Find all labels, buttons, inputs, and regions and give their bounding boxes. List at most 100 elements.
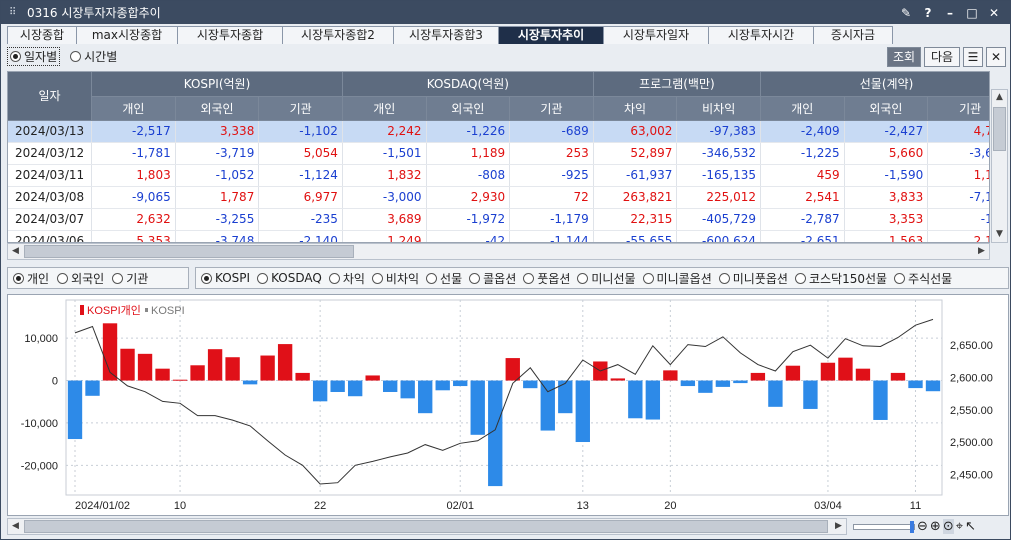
table-row[interactable]: 2024/03/08 -9,065 1,787 6,977 -3,000 2,930 72 2… <box>8 186 989 209</box>
market-radio[interactable]: 풋옵션 <box>523 270 570 287</box>
market-radio[interactable]: KOSDAQ <box>257 271 322 285</box>
bar-kospi-personal <box>120 348 135 381</box>
scroll-right-icon[interactable]: ▶ <box>831 519 846 534</box>
scroll-up-icon[interactable]: ▲ <box>992 90 1007 105</box>
tab-6[interactable]: 시장투자일자 <box>603 26 709 44</box>
radio-dot-icon <box>201 272 212 284</box>
list-icon[interactable]: ☰ <box>963 47 983 67</box>
table-row[interactable]: 2024/03/12 -1,781 -3,719 5,054 -1,501 1,189 25… <box>8 142 989 165</box>
value-cell: 4,775 <box>927 120 989 143</box>
radio-dot-icon <box>57 272 69 284</box>
table-row[interactable]: 2024/03/13 -2,517 3,338 -1,102 2,242 -1,226 -6… <box>8 120 989 143</box>
market-radio[interactable]: 미니선물 <box>577 270 636 287</box>
market-label: 코스닥150선물 <box>808 271 888 286</box>
value-cell: 72 <box>509 186 594 209</box>
mode-daily-radio[interactable]: 일자별 <box>7 47 61 66</box>
market-radio[interactable]: 비차익 <box>371 270 419 287</box>
tab-8[interactable]: 증시자금 <box>813 26 893 44</box>
left-tick-label: -20,000 <box>21 460 58 472</box>
investor-radio[interactable]: 외국인 <box>57 270 104 287</box>
value-cell: 3,353 <box>844 208 929 231</box>
bar-kospi-personal <box>67 380 83 440</box>
market-radio[interactable]: 미니풋옵션 <box>718 270 788 287</box>
value-cell: -3,255 <box>175 208 260 231</box>
table-row[interactable]: 2024/03/07 2,632 -3,255 -235 3,689 -1,972 -1,1… <box>8 208 989 231</box>
group-header: 프로그램(백만) <box>593 72 762 97</box>
table-horizontal-scrollbar[interactable]: ◀ ▶ <box>7 243 990 260</box>
table-row[interactable]: 2024/03/06 5,353 -3,748 -2,140 1,249 -42 -1,14… <box>8 230 989 242</box>
next-button[interactable]: 다음 <box>924 47 960 67</box>
bar-kospi-personal <box>890 372 906 381</box>
tab-0[interactable]: 시장종합 <box>7 26 77 44</box>
minimize-icon[interactable]: – <box>942 6 958 20</box>
tab-3[interactable]: 시장투자종합2 <box>282 26 394 44</box>
chart-scrollbar[interactable]: ◀ ▶ <box>7 518 847 535</box>
scroll-thumb[interactable] <box>993 107 1006 151</box>
crosshair-icon[interactable]: ⌖ <box>956 519 963 534</box>
zoom-slider[interactable] <box>853 520 915 533</box>
market-radio[interactable]: 차익 <box>328 270 365 287</box>
column-header[interactable]: 기관 <box>509 96 594 121</box>
bar-kospi-personal <box>277 344 293 381</box>
value-cell: 2,930 <box>426 186 511 209</box>
market-radio[interactable]: 콜옵션 <box>469 270 516 287</box>
investor-radio[interactable]: 개인 <box>13 270 49 287</box>
scroll-left-icon[interactable]: ◀ <box>8 519 23 534</box>
column-header[interactable]: 외국인 <box>175 96 260 121</box>
column-header[interactable]: 외국인 <box>844 96 929 121</box>
market-radio[interactable]: 코스닥150선물 <box>794 270 888 287</box>
column-header[interactable]: 개인 <box>342 96 427 121</box>
grip-icon[interactable]: ⠿ <box>9 7 23 18</box>
column-header[interactable]: 기관 <box>258 96 343 121</box>
zoom-reset-icon[interactable]: ⊙ <box>942 519 954 534</box>
tab-5[interactable]: 시장투자추이 <box>498 26 604 44</box>
value-cell: -3,692 <box>927 142 989 165</box>
market-radio[interactable]: 미니콜옵션 <box>642 270 712 287</box>
table-row[interactable]: 2024/03/11 1,803 -1,052 -1,124 1,832 -808 -925… <box>8 164 989 187</box>
scroll-right-icon[interactable]: ▶ <box>974 244 989 259</box>
help-icon[interactable]: ? <box>920 6 936 20</box>
value-cell: 2,632 <box>91 208 176 231</box>
query-button[interactable]: 조회 <box>887 47 921 67</box>
zoom-out-icon[interactable]: ⊖ <box>917 519 928 534</box>
pointer-icon[interactable]: ↖ <box>965 519 976 534</box>
chart-filter-bar: 개인 외국인 기관 KOSPI KOSDAQ 차익 비차익 선물 콜옵션 풋옵션 미니선물 미니콜옵… <box>7 266 1009 290</box>
zoom-in-icon[interactable]: ⊕ <box>930 519 941 534</box>
value-cell: 6,977 <box>258 186 343 209</box>
bar-kospi-personal <box>575 380 590 443</box>
column-header[interactable]: 개인 <box>91 96 176 121</box>
value-cell: -689 <box>509 120 594 143</box>
zoom-slider-handle[interactable] <box>910 520 914 533</box>
tab-4[interactable]: 시장투자종합3 <box>393 26 499 44</box>
date-cell: 2024/03/08 <box>8 186 93 209</box>
scroll-left-icon[interactable]: ◀ <box>8 244 23 259</box>
market-radio[interactable]: 선물 <box>426 270 462 287</box>
value-cell: -3,719 <box>175 142 260 165</box>
value-cell: -1,590 <box>844 164 929 187</box>
maximize-icon[interactable]: □ <box>964 6 980 20</box>
shrink-icon[interactable]: ✕ <box>986 47 1006 67</box>
column-header[interactable]: 개인 <box>760 96 845 121</box>
mode-time-radio[interactable]: 시간별 <box>70 48 117 65</box>
date-header[interactable]: 일자 <box>8 72 93 121</box>
column-header[interactable]: 기관 <box>927 96 989 121</box>
market-radio[interactable]: 주식선물 <box>894 270 952 287</box>
scroll-down-icon[interactable]: ▼ <box>992 227 1007 242</box>
column-header[interactable]: 외국인 <box>426 96 511 121</box>
scroll-thumb[interactable] <box>24 520 828 533</box>
pin-icon[interactable]: ✎ <box>898 6 914 20</box>
column-header[interactable]: 비차익 <box>676 96 761 121</box>
scroll-thumb[interactable] <box>24 245 354 258</box>
column-header[interactable]: 차익 <box>593 96 678 121</box>
group-header: 선물(계약) <box>760 72 989 97</box>
market-radio[interactable]: KOSPI <box>201 271 250 285</box>
value-cell: -1,179 <box>509 208 594 231</box>
investor-radio[interactable]: 기관 <box>112 270 148 287</box>
tab-2[interactable]: 시장투자종합 <box>177 26 283 44</box>
tab-7[interactable]: 시장투자시간 <box>708 26 814 44</box>
tab-1[interactable]: max시장종합 <box>76 26 178 44</box>
right-tick-label: 2,550.00 <box>950 405 993 417</box>
close-icon[interactable]: ✕ <box>986 6 1002 20</box>
bar-kospi-personal <box>260 355 275 381</box>
table-vertical-scrollbar[interactable]: ▲ ▼ <box>991 89 1008 243</box>
